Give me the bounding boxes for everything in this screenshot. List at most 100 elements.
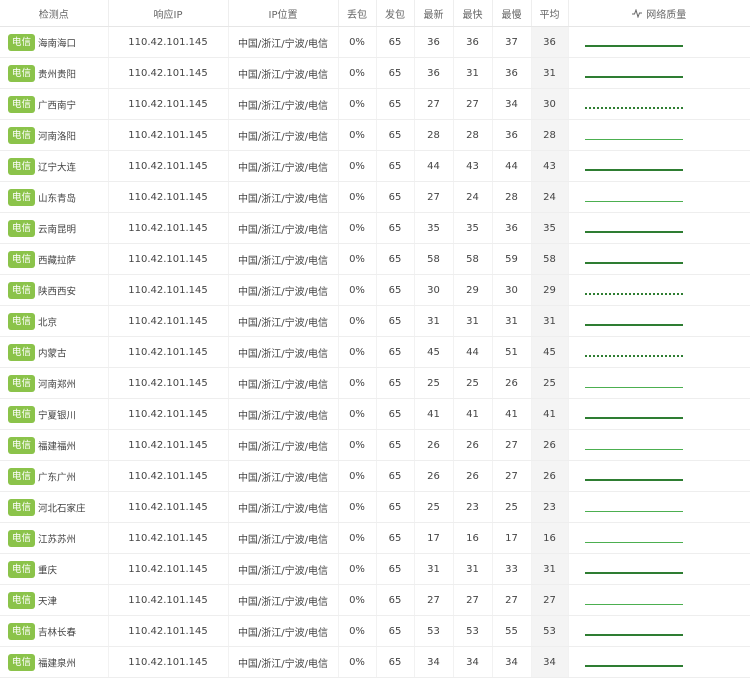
cell-quality[interactable] [568, 57, 750, 89]
cell-node: 电信 西藏拉萨 [0, 243, 109, 275]
node-city[interactable]: 河南洛阳 [38, 131, 76, 142]
cell-sent: 65 [376, 336, 415, 368]
cell-loss: 0% [338, 429, 377, 461]
cell-sent: 65 [376, 274, 415, 306]
cell-ip: 110.42.101.145 [108, 305, 229, 337]
cell-sent: 65 [376, 119, 415, 151]
table-row: 电信 内蒙古 110.42.101.145 中国/浙江/宁波/电信 0% 65 45 44 51… [0, 336, 750, 368]
cell-quality[interactable] [568, 584, 750, 616]
cell-sent: 65 [376, 150, 415, 182]
node-city[interactable]: 江苏苏州 [38, 534, 76, 545]
table-row: 电信 辽宁大连 110.42.101.145 中国/浙江/宁波/电信 0% 65 44 43 4… [0, 150, 750, 182]
cell-avg: 31 [531, 553, 569, 585]
cell-quality[interactable] [568, 274, 750, 306]
cell-loss: 0% [338, 243, 377, 275]
isp-badge: 电信 [8, 467, 36, 485]
quality-sparkline [584, 510, 683, 512]
node-city[interactable]: 辽宁大连 [38, 162, 76, 173]
table-row: 电信 河南郑州 110.42.101.145 中国/浙江/宁波/电信 0% 65 25 25 2… [0, 367, 750, 399]
cell-quality[interactable] [568, 429, 750, 461]
cell-location: 中国/浙江/宁波/电信 [228, 553, 339, 585]
cell-quality[interactable] [568, 460, 750, 492]
node-city[interactable]: 河南郑州 [38, 379, 76, 390]
cell-avg: 41 [531, 398, 569, 430]
cell-quality[interactable] [568, 553, 750, 585]
cell-quality[interactable] [568, 243, 750, 275]
node-city[interactable]: 重庆 [38, 565, 57, 576]
cell-quality[interactable] [568, 119, 750, 151]
table-row: 电信 北京 110.42.101.145 中国/浙江/宁波/电信 0% 65 31 31 31 3… [0, 305, 750, 337]
node-city[interactable]: 陕西西安 [38, 286, 76, 297]
cell-node: 电信 北京 [0, 305, 109, 337]
node-city[interactable]: 宁夏银川 [38, 410, 76, 421]
node-city[interactable]: 贵州贵阳 [38, 69, 76, 80]
cell-avg: 16 [531, 522, 569, 554]
cell-quality[interactable] [568, 398, 750, 430]
col-loss[interactable]: 丢包 [338, 0, 377, 27]
node-city[interactable]: 山东青岛 [38, 193, 76, 204]
cell-location: 中国/浙江/宁波/电信 [228, 367, 339, 399]
node-city[interactable]: 北京 [38, 317, 57, 328]
col-fastest[interactable]: 最快 [453, 0, 493, 27]
cell-node: 电信 内蒙古 [0, 336, 109, 368]
cell-quality[interactable] [568, 181, 750, 213]
cell-slowest: 36 [492, 119, 532, 151]
quality-sparkline [584, 200, 683, 202]
col-slowest[interactable]: 最慢 [492, 0, 532, 27]
cell-node: 电信 山东青岛 [0, 181, 109, 213]
quality-sparkline [584, 479, 683, 481]
cell-fastest: 24 [453, 181, 493, 213]
node-city[interactable]: 福建泉州 [38, 658, 76, 669]
table-row: 电信 河北石家庄 110.42.101.145 中国/浙江/宁波/电信 0% 65 25 23… [0, 491, 750, 523]
cell-quality[interactable] [568, 615, 750, 647]
cell-loss: 0% [338, 367, 377, 399]
node-city[interactable]: 广东广州 [38, 472, 76, 483]
node-city[interactable]: 天津 [38, 596, 57, 607]
table-row: 电信 重庆 110.42.101.145 中国/浙江/宁波/电信 0% 65 31 31 33 3… [0, 553, 750, 585]
cell-latest: 36 [414, 57, 454, 89]
cell-loss: 0% [338, 150, 377, 182]
node-city[interactable]: 云南昆明 [38, 224, 76, 235]
col-node[interactable]: 检测点 [0, 0, 109, 27]
col-quality[interactable]: 网络质量 [568, 0, 750, 27]
col-ip[interactable]: 响应IP [108, 0, 229, 27]
col-location[interactable]: IP位置 [228, 0, 339, 27]
cell-quality[interactable] [568, 367, 750, 399]
col-sent[interactable]: 发包 [376, 0, 415, 27]
node-city[interactable]: 海南海口 [38, 38, 76, 49]
cell-latest: 30 [414, 274, 454, 306]
cell-sent: 65 [376, 429, 415, 461]
cell-loss: 0% [338, 274, 377, 306]
cell-latest: 27 [414, 88, 454, 120]
cell-fastest: 58 [453, 243, 493, 275]
quality-sparkline [584, 324, 683, 326]
cell-latest: 31 [414, 305, 454, 337]
cell-quality[interactable] [568, 305, 750, 337]
cell-quality[interactable] [568, 522, 750, 554]
cell-quality[interactable] [568, 212, 750, 244]
cell-avg: 35 [531, 212, 569, 244]
cell-quality[interactable] [568, 336, 750, 368]
node-city[interactable]: 福建福州 [38, 441, 76, 452]
cell-ip: 110.42.101.145 [108, 212, 229, 244]
cell-quality[interactable] [568, 26, 750, 58]
col-latest[interactable]: 最新 [414, 0, 454, 27]
node-city[interactable]: 内蒙古 [38, 348, 67, 359]
cell-fastest: 31 [453, 305, 493, 337]
table-row: 电信 海南海口 110.42.101.145 中国/浙江/宁波/电信 0% 65 36 36 3… [0, 26, 750, 58]
node-city[interactable]: 河北石家庄 [38, 503, 86, 514]
node-city[interactable]: 吉林长春 [38, 627, 76, 638]
isp-badge: 电信 [8, 498, 36, 516]
quality-sparkline [584, 448, 683, 450]
cell-node: 电信 海南海口 [0, 26, 109, 58]
isp-badge: 电信 [8, 622, 36, 640]
cell-quality[interactable] [568, 88, 750, 120]
cell-avg: 24 [531, 181, 569, 213]
cell-loss: 0% [338, 398, 377, 430]
col-avg[interactable]: 平均 [531, 0, 569, 27]
cell-quality[interactable] [568, 150, 750, 182]
isp-badge: 电信 [8, 436, 36, 454]
node-city[interactable]: 西藏拉萨 [38, 255, 76, 266]
cell-quality[interactable] [568, 491, 750, 523]
node-city[interactable]: 广西南宁 [38, 100, 76, 111]
